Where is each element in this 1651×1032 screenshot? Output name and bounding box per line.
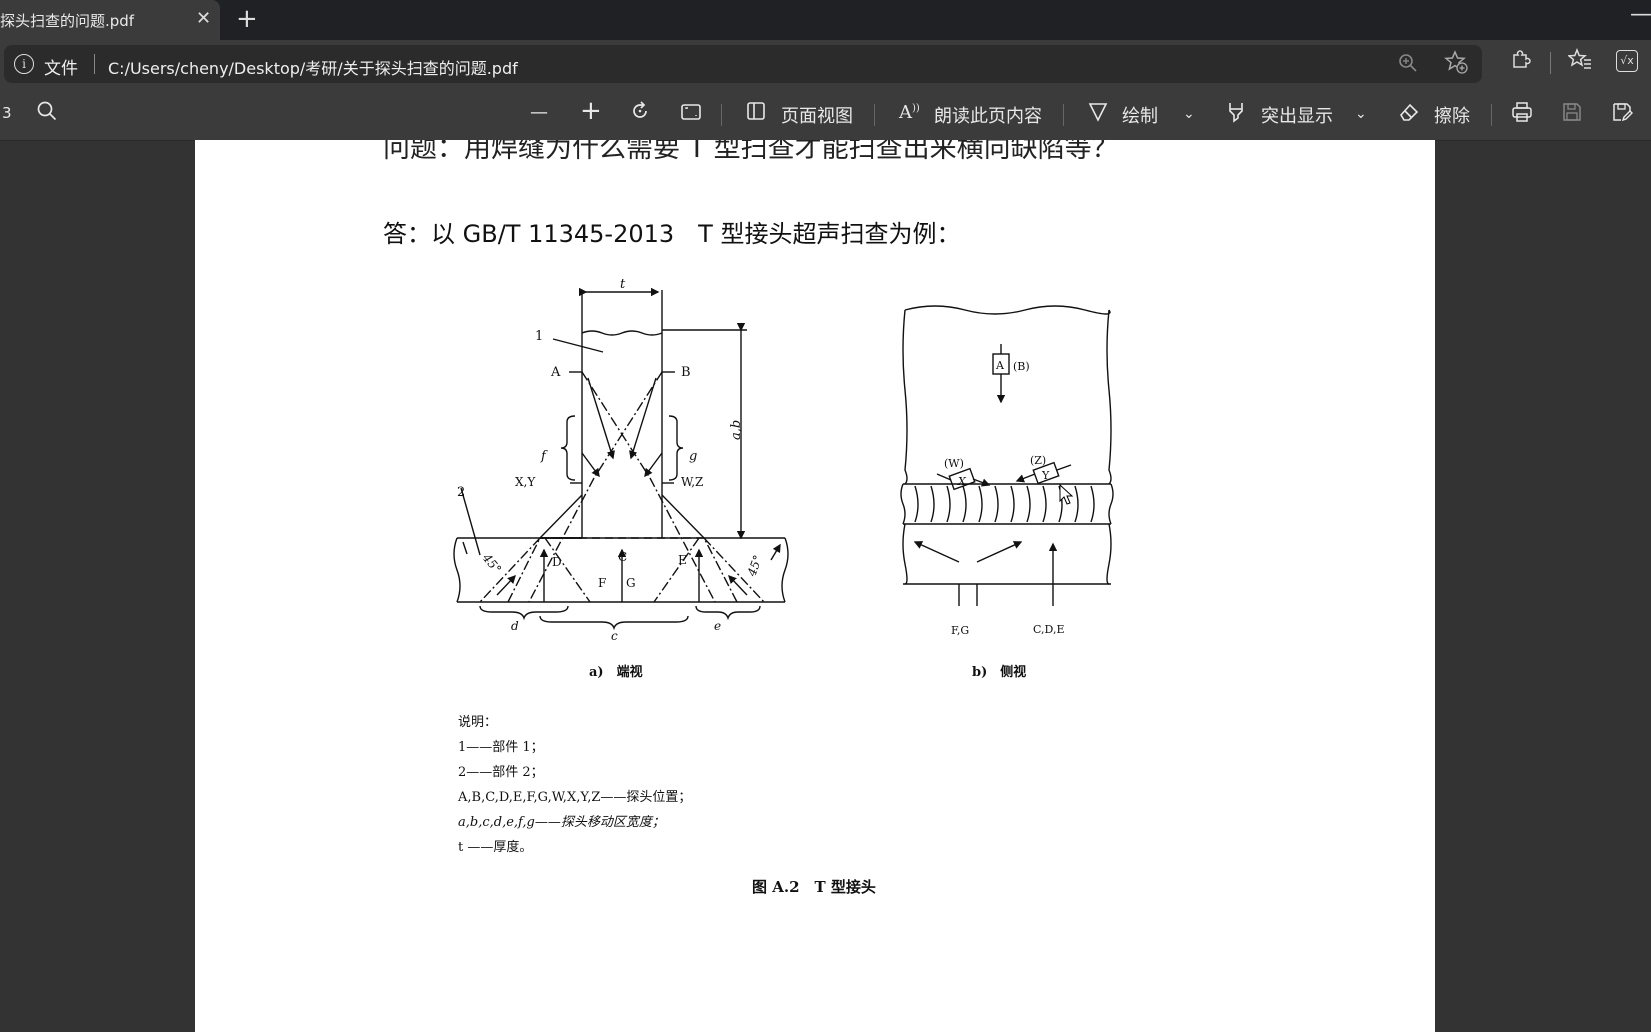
label-e: e — [714, 619, 721, 633]
pdf-toolbar: 3 — + 页面视图 A)) 朗读此页内容 绘制 ⌄ 突出显示 ⌄ 擦除 — [0, 88, 1651, 141]
address-divider — [94, 54, 95, 74]
page-view-icon — [746, 101, 766, 126]
zoom-in-button[interactable]: + — [580, 96, 602, 126]
favorites-icon[interactable] — [1567, 47, 1592, 75]
address-scheme-label: 文件 — [44, 59, 78, 79]
label-side-X: X — [957, 475, 967, 488]
rotate-icon[interactable] — [629, 100, 651, 127]
puzzle-icon[interactable] — [1510, 48, 1532, 75]
read-aloud-icon: A)) — [899, 102, 920, 123]
label-angle-right: 45° — [744, 553, 765, 579]
label-F: F — [598, 576, 606, 590]
label-G: G — [626, 576, 636, 590]
eraser-icon — [1398, 101, 1420, 128]
new-tab-button[interactable]: + — [236, 4, 258, 34]
tab-title: 探头扫查的问题.pdf — [0, 12, 135, 30]
legend-item: a,b,c,d,e,f,g——探头移动区宽度； — [458, 815, 665, 830]
label-c: c — [611, 629, 618, 643]
collections-icon[interactable]: √x — [1616, 50, 1638, 72]
label-side-B: (B) — [1013, 360, 1030, 373]
zoom-icon[interactable] — [1398, 53, 1418, 78]
label-B: B — [681, 365, 691, 380]
legend-item: A,B,C,D,E,F,G,W,X,Y,Z——探头位置； — [458, 790, 692, 805]
figure-caption: 图 A.2 T 型接头 — [752, 878, 876, 896]
label-ab: a,b — [729, 420, 744, 440]
page-view-button[interactable]: 页面视图 — [781, 102, 853, 128]
t-joint-figure: t 1 A B a,b f g X,Y W,Z 2 C D E F G 45° … — [453, 277, 1114, 680]
draw-options-chevron-icon[interactable]: ⌄ — [1183, 106, 1195, 122]
draw-button[interactable]: 绘制 — [1122, 102, 1158, 128]
fit-page-icon[interactable] — [680, 101, 702, 128]
toolbar-divider — [1491, 104, 1492, 126]
label-XY: X,Y — [515, 475, 536, 489]
highlight-icon — [1226, 101, 1246, 128]
label-side-Y: Y — [1041, 469, 1050, 482]
info-icon[interactable]: i — [14, 54, 34, 74]
label-angle-left: 45° — [479, 550, 504, 576]
label-FG: F,G — [951, 624, 969, 637]
label-f: f — [540, 449, 548, 464]
erase-button[interactable]: 擦除 — [1434, 102, 1470, 128]
toolbar-divider — [1550, 52, 1551, 74]
zoom-out-button[interactable]: — — [530, 102, 548, 123]
legend-item: 2——部件 2； — [458, 765, 544, 780]
caption-end-view: a) 端视 — [589, 664, 643, 680]
label-side-W: (W) — [944, 457, 964, 470]
minimize-button[interactable]: — — [1630, 2, 1651, 27]
tab-bar: 探头扫查的问题.pdf ✕ + — — [0, 0, 1651, 40]
tab-active[interactable]: 探头扫查的问题.pdf ✕ — [0, 0, 220, 40]
caption-side-view: b) 侧视 — [972, 664, 1026, 680]
toolbar-divider — [1063, 104, 1064, 126]
legend-title: 说明： — [458, 715, 498, 730]
label-t: t — [620, 277, 626, 292]
page-number[interactable]: 3 — [2, 104, 12, 122]
label-WZ: W,Z — [681, 475, 703, 489]
save-icon[interactable] — [1561, 101, 1583, 128]
label-E: E — [678, 553, 687, 567]
search-icon[interactable] — [36, 100, 58, 127]
address-bar-row: i 文件 C:/Users/cheny/Desktop/考研/关于探头扫查的问题… — [0, 40, 1651, 88]
label-d: d — [511, 619, 519, 633]
pdf-page: 问题：用焊缝为什么需要 T 型扫查才能扫查出来横向缺陷等？ 答：以 GB/T 1… — [195, 140, 1435, 1032]
star-plus-icon[interactable] — [1444, 50, 1468, 80]
highlight-button[interactable]: 突出显示 — [1261, 102, 1333, 128]
address-bar[interactable]: i 文件 C:/Users/cheny/Desktop/考研/关于探头扫查的问题… — [4, 45, 1482, 83]
close-tab-icon[interactable]: ✕ — [196, 8, 211, 29]
cursor-icon — [1059, 484, 1074, 505]
label-part-1: 1 — [535, 329, 543, 344]
label-side-Z: (Z) — [1030, 454, 1046, 467]
highlight-options-chevron-icon[interactable]: ⌄ — [1355, 106, 1367, 122]
label-A: A — [550, 365, 561, 380]
toolbar-divider — [721, 104, 722, 126]
label-g: g — [689, 449, 697, 464]
label-D: D — [552, 555, 562, 569]
print-icon[interactable] — [1511, 101, 1533, 128]
figure-legend: 说明： 1——部件 1； 2——部件 2； A,B,C,D,E,F,G,W,X,… — [458, 710, 691, 860]
save-as-icon[interactable] — [1611, 101, 1633, 128]
label-C: C — [618, 550, 627, 564]
read-aloud-button[interactable]: 朗读此页内容 — [934, 102, 1042, 128]
draw-icon — [1088, 101, 1108, 128]
label-part-2: 2 — [457, 485, 465, 500]
legend-item: t ——厚度。 — [458, 840, 533, 855]
toolbar-divider — [874, 104, 875, 126]
address-url[interactable]: C:/Users/cheny/Desktop/考研/关于探头扫查的问题.pdf — [108, 55, 518, 79]
legend-item: 1——部件 1； — [458, 740, 544, 755]
label-side-A: A — [995, 359, 1005, 372]
label-CDE: C,D,E — [1033, 623, 1064, 636]
